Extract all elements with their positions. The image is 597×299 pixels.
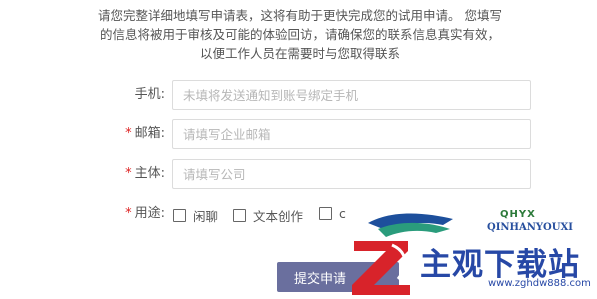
phone-label: 手机: [134, 87, 165, 102]
required-mark: * [125, 126, 132, 141]
intro-text: 请您完整详细地填写申请表，这将有助于更快完成您的试用申请。 您填写的信息将被用于… [98, 8, 502, 61]
phone-input[interactable] [172, 80, 531, 110]
watermark-url: www.zghdw888.com [488, 278, 591, 289]
entity-input[interactable] [172, 159, 531, 189]
watermark-letters: QHYX [500, 209, 536, 220]
email-row: * 邮箱: [0, 119, 597, 149]
phone-row: 手机: [0, 80, 597, 110]
checkbox[interactable] [173, 209, 186, 222]
entity-label: * 主体: [125, 166, 165, 181]
usage-option-writing[interactable]: 文本创作 [233, 206, 303, 225]
email-label: * 邮箱: [125, 126, 165, 141]
checkbox[interactable] [233, 209, 246, 222]
email-input[interactable] [172, 119, 531, 149]
z-logo-icon [352, 241, 410, 295]
usage-label: * 用途: [125, 206, 165, 221]
watermark-subtitle: QINHANYOUXI [487, 222, 573, 233]
usage-option-c[interactable]: c [319, 206, 346, 221]
entity-row: * 主体: [0, 159, 597, 189]
required-mark: * [125, 166, 132, 181]
required-mark: * [125, 206, 132, 221]
usage-option-chat[interactable]: 闲聊 [173, 206, 218, 225]
checkbox[interactable] [319, 207, 332, 220]
